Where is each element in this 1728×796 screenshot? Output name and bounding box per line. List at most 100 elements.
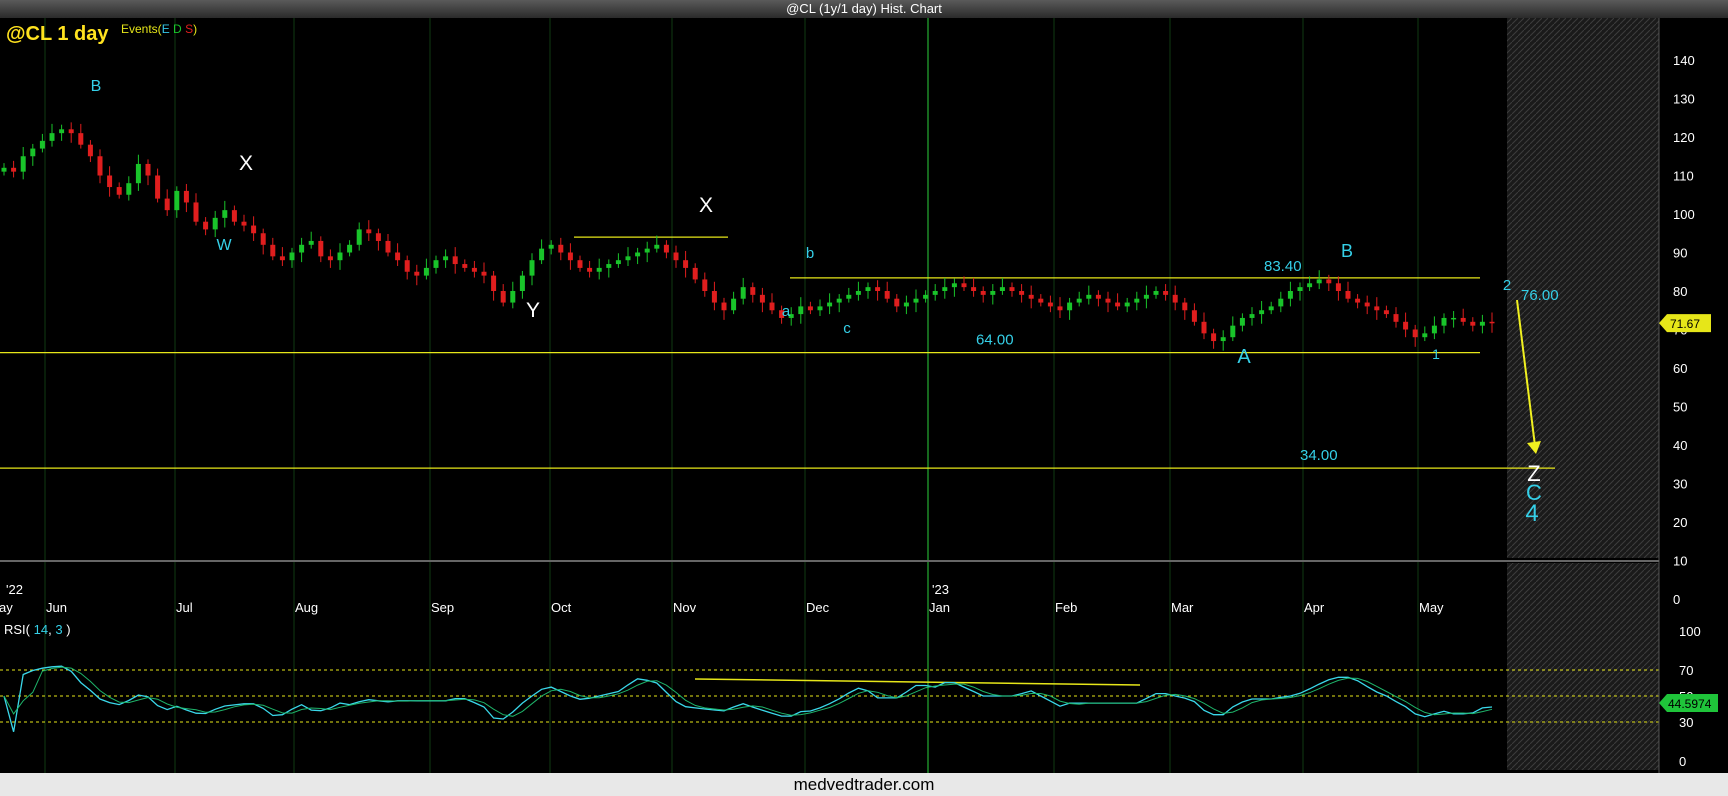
candle-body <box>1163 291 1169 295</box>
candle-body <box>711 291 717 303</box>
candle-body <box>558 244 564 253</box>
candle-body <box>1086 294 1092 299</box>
candle-body <box>145 163 151 176</box>
candle-body <box>107 175 113 188</box>
rsi-title[interactable]: RSI( 14, 3 ) <box>4 622 71 637</box>
candle-body <box>846 294 852 299</box>
candle-body <box>999 287 1005 291</box>
wave-label: W <box>216 237 232 254</box>
candle-body <box>1383 310 1389 315</box>
candle-body <box>855 291 861 295</box>
candle-body <box>1019 291 1025 295</box>
candle-body <box>1057 306 1063 311</box>
candle-body <box>404 260 410 272</box>
candle-body <box>1326 279 1332 284</box>
candle-body <box>1201 321 1207 334</box>
candle-body <box>366 229 372 234</box>
x-tick-label: Mar <box>1171 600 1194 615</box>
candle-body <box>1287 291 1293 299</box>
year-label: '22 <box>6 582 23 597</box>
wave-label: 1 <box>1432 346 1440 362</box>
candle-body <box>356 229 362 245</box>
level-label: 83.40 <box>1264 258 1302 275</box>
candle-body <box>1067 302 1073 311</box>
y-tick-label: 20 <box>1673 515 1687 530</box>
candle-body <box>1307 283 1313 288</box>
candle-body <box>1335 283 1341 291</box>
candle-body <box>884 291 890 299</box>
candle-body <box>548 244 554 249</box>
candle-body <box>827 302 833 307</box>
y-tick-label: 110 <box>1673 169 1694 184</box>
candle-body <box>347 244 353 253</box>
candle-body <box>587 267 593 272</box>
wave-label: X <box>699 194 713 217</box>
candle-body <box>11 167 17 172</box>
wave-label: X <box>239 152 253 175</box>
candle-body <box>759 294 765 303</box>
candle-body <box>212 217 218 230</box>
candle-body <box>769 302 775 311</box>
candle-body <box>337 252 343 261</box>
wave-label: a <box>782 303 791 320</box>
candle-body <box>932 291 938 295</box>
candle-body <box>1364 302 1370 307</box>
candle-body <box>1220 337 1226 342</box>
candle-body <box>1211 333 1217 342</box>
candle-body <box>164 198 170 211</box>
rsi-value: 44.5974 <box>1668 697 1712 711</box>
candle-body <box>1431 325 1437 334</box>
candle-body <box>1297 287 1303 291</box>
candle-body <box>423 267 429 276</box>
candle-body <box>836 298 842 303</box>
x-tick-label: Sep <box>431 600 454 615</box>
candle-body <box>78 133 84 145</box>
candle-body <box>20 156 26 172</box>
candle-body <box>1412 329 1418 338</box>
candle-body <box>1230 325 1236 338</box>
candle-body <box>1 167 7 172</box>
rsi-y-tick-label: 70 <box>1679 663 1693 678</box>
footer-watermark[interactable]: medvedtrader.com <box>0 773 1728 796</box>
candle-body <box>1316 279 1322 284</box>
x-tick-label: Jul <box>176 600 193 615</box>
candle-body <box>1038 298 1044 303</box>
candle-body <box>1172 294 1178 303</box>
candle-body <box>1460 317 1466 322</box>
candle-body <box>481 271 487 276</box>
candle-body <box>1124 302 1130 307</box>
y-tick-label: 0 <box>1673 592 1680 607</box>
wave-label: 4 <box>1525 500 1538 527</box>
candle-body <box>923 294 929 299</box>
x-tick-label: Nov <box>673 600 697 615</box>
wave-label: Y <box>526 299 540 322</box>
x-tick-label: Oct <box>551 600 572 615</box>
candle-body <box>49 133 55 141</box>
rsi-y-tick-label: 0 <box>1679 754 1686 769</box>
candle-body <box>865 287 871 291</box>
candle-body <box>375 233 381 241</box>
events-label[interactable]: Events(E D S) <box>121 22 197 36</box>
candle-body <box>1143 294 1149 299</box>
candle-body <box>193 202 199 222</box>
x-tick-label: May <box>1419 600 1444 615</box>
candle-body <box>308 240 314 245</box>
candle-body <box>519 275 525 291</box>
candle-body <box>990 291 996 295</box>
candle-body <box>1105 298 1111 303</box>
candle-body <box>702 279 708 291</box>
x-tick-label: Apr <box>1304 600 1325 615</box>
candle-body <box>1095 294 1101 299</box>
candle-body <box>875 287 881 291</box>
candle-body <box>251 225 257 234</box>
candle-body <box>817 306 823 311</box>
candle-body <box>635 252 641 257</box>
candle-body <box>97 156 103 176</box>
wave-label: B <box>1341 241 1353 261</box>
chart-canvas[interactable]: 83.4064.0034.00 76.00BXWYXabcBA 12ZC4 ay J… <box>0 0 1728 773</box>
candle-body <box>433 260 439 268</box>
candle-body <box>231 210 237 222</box>
candle-body <box>644 248 650 253</box>
x-tick-label: ay <box>0 600 13 615</box>
candle-body <box>625 256 631 261</box>
